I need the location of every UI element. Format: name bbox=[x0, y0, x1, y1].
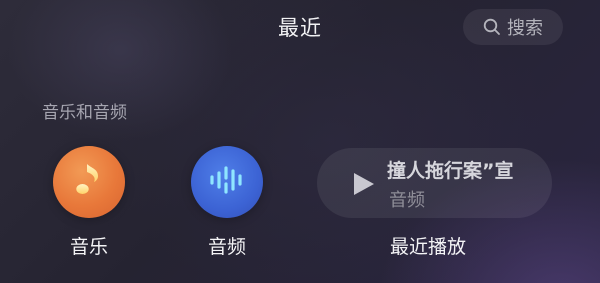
search-label: 搜索 bbox=[507, 18, 543, 39]
search-icon bbox=[483, 18, 501, 36]
audio-button[interactable] bbox=[191, 146, 263, 218]
recent-play-card[interactable]: 撞人拖行案”宣 音频 bbox=[317, 148, 552, 218]
audio-waveform-icon bbox=[207, 165, 247, 199]
recent-track-title: 撞人拖行案”宣 bbox=[387, 160, 514, 182]
section-title: 音乐和音频 bbox=[42, 103, 127, 123]
recent-track-type: 音频 bbox=[389, 190, 425, 211]
recent-play-label: 最近播放 bbox=[390, 236, 467, 258]
music-button[interactable] bbox=[53, 146, 125, 218]
audio-label: 音频 bbox=[207, 236, 246, 258]
play-icon[interactable] bbox=[351, 170, 377, 202]
music-note-icon bbox=[72, 160, 106, 204]
search-button[interactable]: 搜索 bbox=[463, 9, 563, 45]
music-label: 音乐 bbox=[69, 236, 108, 258]
